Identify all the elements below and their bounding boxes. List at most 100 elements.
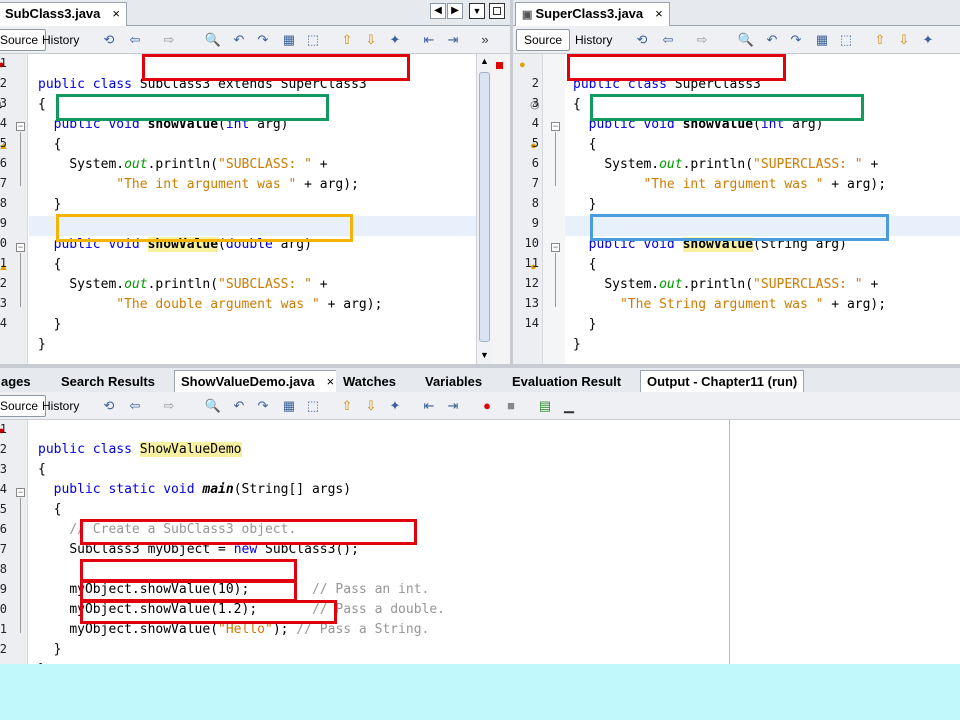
- close-icon[interactable]: ×: [112, 6, 120, 21]
- find-icon[interactable]: 🔍: [204, 397, 222, 415]
- find-previous-icon[interactable]: ↶: [230, 31, 248, 49]
- tab-label: Output - Chapter11 (run): [647, 374, 798, 389]
- left-code-area[interactable]: public class SubClass3 extends SuperClas…: [38, 55, 382, 364]
- maximize-icon[interactable]: [489, 3, 505, 19]
- stop-macro-icon[interactable]: ■: [502, 397, 520, 415]
- toggle-rect-selection-icon[interactable]: ⬚: [837, 31, 855, 49]
- code-method: showValue: [147, 237, 219, 252]
- fold-toggle-icon[interactable]: −: [16, 488, 25, 497]
- line-number: 1: [0, 56, 7, 70]
- find-previous-icon[interactable]: ↶: [230, 397, 248, 415]
- toggle-rect-selection-icon[interactable]: ⬚: [304, 31, 322, 49]
- code-keyword: public class: [38, 77, 140, 92]
- toggle-bookmark-icon[interactable]: ✦: [919, 31, 937, 49]
- code-string: "The String argument was ": [619, 297, 824, 312]
- run-icon[interactable]: ▤: [536, 397, 554, 415]
- source-button[interactable]: Source: [516, 29, 571, 51]
- scroll-thumb[interactable]: [479, 72, 490, 342]
- left-scrollbar[interactable]: ▲ ▼: [476, 54, 492, 364]
- find-previous-icon[interactable]: ↶: [763, 31, 781, 49]
- find-next-icon[interactable]: ↷: [254, 31, 272, 49]
- tab-search-results[interactable]: Search Results: [54, 370, 162, 394]
- tab-list-icon[interactable]: ▼: [469, 3, 485, 19]
- previous-bookmark-icon[interactable]: ⇧: [871, 31, 889, 49]
- toggle-highlight-icon[interactable]: ▦: [280, 397, 298, 415]
- code-keyword: public void: [53, 237, 148, 252]
- shift-left-icon[interactable]: ⇤: [420, 397, 438, 415]
- last-edit-icon[interactable]: ⟲: [633, 31, 651, 49]
- toggle-highlight-icon[interactable]: ▦: [813, 31, 831, 49]
- fold-guide: [555, 132, 556, 186]
- next-bookmark-icon[interactable]: ⇩: [362, 31, 380, 49]
- tab-usages[interactable]: ages: [0, 370, 38, 394]
- shift-left-icon[interactable]: ⇤: [420, 31, 438, 49]
- code-text: }: [588, 317, 597, 332]
- fold-toggle-icon[interactable]: −: [551, 122, 560, 131]
- close-icon[interactable]: ×: [327, 374, 335, 389]
- toggle-highlight-icon[interactable]: ▦: [280, 31, 298, 49]
- find-next-icon[interactable]: ↷: [787, 31, 805, 49]
- tab-nav-left-icon[interactable]: ◀: [430, 3, 446, 19]
- code-string: "The int argument was ": [116, 177, 297, 192]
- line-number: 5: [0, 502, 7, 516]
- tab-subclass3[interactable]: SubClass3.java ×: [0, 2, 127, 26]
- code-string: "SUBCLASS: ": [218, 277, 312, 292]
- right-fold-column: − −: [543, 54, 565, 364]
- history-button[interactable]: History: [567, 29, 620, 51]
- tab-label: Watches: [343, 374, 396, 389]
- find-icon[interactable]: 🔍: [737, 31, 755, 49]
- line-number: 3: [0, 462, 7, 476]
- tab-showvaluedemo[interactable]: ShowValueDemo.java ×: [174, 370, 342, 394]
- forward-icon[interactable]: ⇨: [160, 397, 178, 415]
- scroll-down-icon[interactable]: ▼: [478, 350, 491, 360]
- tab-watches[interactable]: Watches: [336, 370, 403, 394]
- comment-icon[interactable]: ▁: [560, 397, 578, 415]
- code-text: .println(: [147, 157, 219, 172]
- forward-icon[interactable]: ⇨: [693, 31, 711, 49]
- code-text: + arg);: [319, 297, 383, 312]
- tab-superclass3-label: SuperClass3.java: [535, 6, 644, 21]
- shift-right-icon[interactable]: ⇥: [444, 397, 462, 415]
- fold-toggle-icon[interactable]: −: [551, 243, 560, 252]
- next-bookmark-icon[interactable]: ⇩: [362, 397, 380, 415]
- more-chevron-icon[interactable]: »: [476, 31, 494, 49]
- tab-nav-right-icon[interactable]: ▶: [447, 3, 463, 19]
- toggle-rect-selection-icon[interactable]: ⬚: [304, 397, 322, 415]
- last-edit-icon[interactable]: ⟲: [100, 31, 118, 49]
- history-button[interactable]: History: [34, 395, 87, 417]
- back-icon[interactable]: ⇦: [126, 397, 144, 415]
- tab-label: Evaluation Result: [512, 374, 622, 389]
- close-icon[interactable]: ×: [655, 6, 663, 21]
- find-next-icon[interactable]: ↷: [254, 397, 272, 415]
- previous-bookmark-icon[interactable]: ⇧: [338, 397, 356, 415]
- line-number: 13: [0, 296, 7, 310]
- forward-icon[interactable]: ⇨: [160, 31, 178, 49]
- back-icon[interactable]: ⇦: [126, 31, 144, 49]
- tab-variables[interactable]: Variables: [418, 370, 490, 394]
- toggle-bookmark-icon[interactable]: ✦: [386, 397, 404, 415]
- error-marker[interactable]: [496, 62, 503, 69]
- history-button[interactable]: History: [34, 29, 87, 51]
- fold-toggle-icon[interactable]: −: [16, 243, 25, 252]
- find-icon[interactable]: 🔍: [204, 31, 222, 49]
- fold-toggle-icon[interactable]: −: [16, 122, 25, 131]
- tab-evaluation-result[interactable]: Evaluation Result: [505, 370, 629, 394]
- code-string: "SUBCLASS: ": [218, 157, 312, 172]
- code-text: }: [588, 197, 597, 212]
- code-method: showValue: [682, 117, 754, 132]
- start-macro-icon[interactable]: ●: [478, 397, 496, 415]
- tab-output[interactable]: Output - Chapter11 (run): [640, 370, 805, 394]
- scroll-up-icon[interactable]: ▲: [478, 56, 491, 66]
- bottom-tabbar: ages Search Results ShowValueDemo.java × …: [0, 368, 960, 394]
- previous-bookmark-icon[interactable]: ⇧: [338, 31, 356, 49]
- next-bookmark-icon[interactable]: ⇩: [895, 31, 913, 49]
- line-number: 11: [0, 256, 7, 270]
- toggle-bookmark-icon[interactable]: ✦: [386, 31, 404, 49]
- tab-superclass3[interactable]: ▣ SuperClass3.java ×: [515, 2, 670, 26]
- bottom-code-area[interactable]: public class ShowValueDemo { public stati…: [38, 420, 445, 664]
- shift-right-icon[interactable]: ⇥: [444, 31, 462, 49]
- right-code-area[interactable]: public class SuperClass3 { public void sh…: [573, 55, 886, 364]
- back-icon[interactable]: ⇦: [659, 31, 677, 49]
- last-edit-icon[interactable]: ⟲: [100, 397, 118, 415]
- line-number: 14: [524, 316, 539, 330]
